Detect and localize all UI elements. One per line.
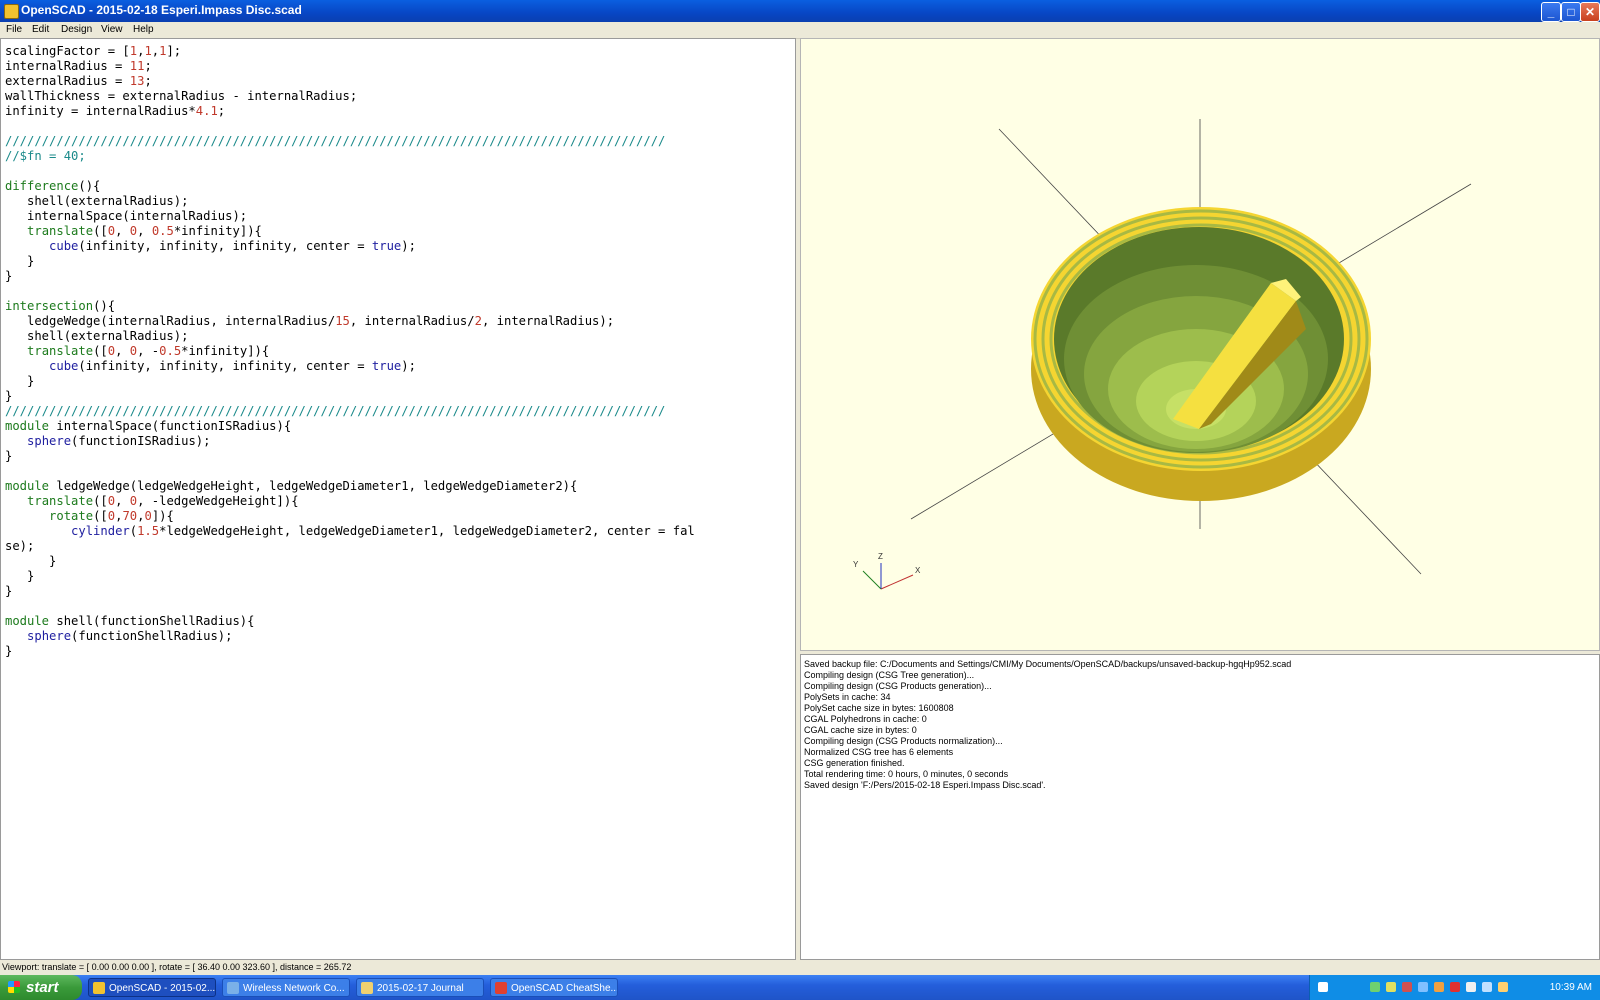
openscad-app-icon[interactable] (4, 4, 19, 19)
code-line[interactable]: } (5, 644, 12, 658)
menu-edit[interactable]: Edit (32, 24, 49, 35)
help-icon[interactable] (1318, 982, 1328, 992)
code-line[interactable]: ////////////////////////////////////////… (5, 404, 665, 418)
code-line[interactable]: cube(infinity, infinity, infinity, cente… (5, 359, 416, 373)
minimize-button[interactable]: _ (1541, 2, 1561, 22)
console-line: CGAL cache size in bytes: 0 (804, 725, 917, 735)
tray-app-icon[interactable] (1418, 982, 1428, 992)
code-line[interactable]: translate([0, 0, -0.5*infinity]){ (5, 344, 269, 358)
axis-indicator: X Z Y (853, 552, 921, 590)
taskbar-button-label: Wireless Network Co... (243, 983, 345, 994)
console-line: PolySet cache size in bytes: 1600808 (804, 703, 954, 713)
console-line: CSG generation finished. (804, 758, 905, 768)
maximize-button[interactable]: □ (1561, 2, 1581, 22)
taskbar-app-icon (495, 982, 507, 994)
console-line: CGAL Polyhedrons in cache: 0 (804, 714, 927, 724)
taskbar-button[interactable]: OpenSCAD - 2015-02... (88, 978, 216, 997)
code-line[interactable]: externalRadius = 13; (5, 74, 152, 88)
menu-design[interactable]: Design (61, 24, 92, 35)
taskbar-button-label: 2015-02-17 Journal (377, 983, 464, 994)
code-line[interactable]: ledgeWedge(internalRadius, internalRadiu… (5, 314, 614, 328)
code-line[interactable]: } (5, 584, 12, 598)
taskbar-button[interactable]: 2015-02-17 Journal (356, 978, 484, 997)
code-line[interactable]: translate([0, 0, -ledgeWedgeHeight]){ (5, 494, 299, 508)
antivirus-icon[interactable] (1450, 982, 1460, 992)
code-line[interactable]: se); (5, 539, 34, 553)
windows-logo-icon (8, 981, 20, 993)
code-line[interactable]: shell(externalRadius); (5, 194, 188, 208)
code-line[interactable]: difference(){ (5, 179, 100, 193)
network-icon[interactable] (1466, 982, 1476, 992)
code-line[interactable]: infinity = internalRadius*4.1; (5, 104, 225, 118)
menu-file[interactable]: File (6, 24, 22, 35)
code-line[interactable]: sphere(functionISRadius); (5, 434, 210, 448)
model-render[interactable]: X Z Y (801, 39, 1600, 651)
code-line[interactable]: ////////////////////////////////////////… (5, 134, 665, 148)
menu-bar: File Edit Design View Help (0, 22, 1600, 39)
console-line: Compiling design (CSG Tree generation)..… (804, 670, 975, 680)
tray-app-icon[interactable] (1434, 982, 1444, 992)
code-line[interactable]: wallThickness = externalRadius - interna… (5, 89, 357, 103)
code-line[interactable]: translate([0, 0, 0.5*infinity]){ (5, 224, 262, 238)
code-line[interactable]: } (5, 374, 34, 388)
svg-text:Z: Z (878, 552, 883, 561)
window-title: OpenSCAD - 2015-02-18 Esperi.Impass Disc… (21, 3, 302, 17)
code-line[interactable]: } (5, 269, 12, 283)
code-line[interactable]: sphere(functionShellRadius); (5, 629, 232, 643)
close-button[interactable]: ✕ (1580, 2, 1600, 22)
code-line[interactable]: intersection(){ (5, 299, 115, 313)
status-bar: Viewport: translate = [ 0.00 0.00 0.00 ]… (0, 960, 1600, 975)
taskbar-button[interactable]: Wireless Network Co... (222, 978, 350, 997)
taskbar-app-icon (227, 982, 239, 994)
code-line[interactable]: internalRadius = 11; (5, 59, 152, 73)
console-line: Saved backup file: C:/Documents and Sett… (804, 659, 1292, 669)
tray-app-icon[interactable] (1498, 982, 1508, 992)
code-line[interactable]: rotate([0,70,0]){ (5, 509, 174, 523)
windows-taskbar: start OpenSCAD - 2015-02... Wireless Netw… (0, 975, 1600, 1000)
svg-text:X: X (915, 566, 921, 575)
taskbar-button-label: OpenSCAD CheatShe... (511, 983, 618, 994)
svg-text:Y: Y (853, 560, 859, 569)
code-line[interactable]: } (5, 449, 12, 463)
taskbar-button-label: OpenSCAD - 2015-02... (109, 983, 216, 994)
code-line[interactable]: } (5, 554, 56, 568)
console-line: Saved design 'F:/Pers/2015-02-18 Esperi.… (804, 780, 1046, 790)
tray-app-icon[interactable] (1370, 982, 1380, 992)
console-line: Total rendering time: 0 hours, 0 minutes… (804, 769, 1009, 779)
menu-help[interactable]: Help (133, 24, 154, 35)
taskbar-app-icon (93, 982, 105, 994)
code-line[interactable]: } (5, 254, 34, 268)
volume-icon[interactable] (1482, 982, 1492, 992)
console-output[interactable]: Saved backup file: C:/Documents and Sett… (800, 654, 1600, 960)
taskbar-app-icon (361, 982, 373, 994)
code-line[interactable]: } (5, 569, 34, 583)
title-bar: OpenSCAD - 2015-02-18 Esperi.Impass Disc… (0, 0, 1600, 22)
code-line[interactable]: cylinder(1.5*ledgeWedgeHeight, ledgeWedg… (5, 524, 695, 538)
code-line[interactable]: } (5, 389, 12, 403)
code-line[interactable]: cube(infinity, infinity, infinity, cente… (5, 239, 416, 253)
code-line[interactable]: scalingFactor = [1,1,1]; (5, 44, 181, 58)
menu-view[interactable]: View (101, 24, 123, 35)
system-tray: 10:39 AM (1309, 975, 1600, 1000)
code-line[interactable]: //$fn = 40; (5, 149, 86, 163)
tray-app-icon[interactable] (1386, 982, 1396, 992)
console-line: Normalized CSG tree has 6 elements (804, 747, 954, 757)
code-line[interactable]: module internalSpace(functionISRadius){ (5, 419, 291, 433)
taskbar-button[interactable]: OpenSCAD CheatShe... (490, 978, 618, 997)
code-text[interactable]: scalingFactor = [1,1,1]; internalRadius … (5, 44, 695, 659)
code-line[interactable]: module shell(functionShellRadius){ (5, 614, 254, 628)
3d-viewport[interactable]: X Z Y (800, 38, 1600, 651)
tray-app-icon[interactable] (1402, 982, 1412, 992)
code-line[interactable]: module ledgeWedge(ledgeWedgeHeight, ledg… (5, 479, 577, 493)
console-line: PolySets in cache: 34 (804, 692, 891, 702)
start-button[interactable]: start (0, 975, 82, 1000)
clock[interactable]: 10:39 AM (1550, 975, 1592, 1000)
console-line: Compiling design (CSG Products normaliza… (804, 736, 1003, 746)
code-line[interactable]: shell(externalRadius); (5, 329, 188, 343)
code-editor[interactable]: scalingFactor = [1,1,1]; internalRadius … (0, 38, 796, 960)
console-line: Compiling design (CSG Products generatio… (804, 681, 992, 691)
code-line[interactable]: internalSpace(internalRadius); (5, 209, 247, 223)
